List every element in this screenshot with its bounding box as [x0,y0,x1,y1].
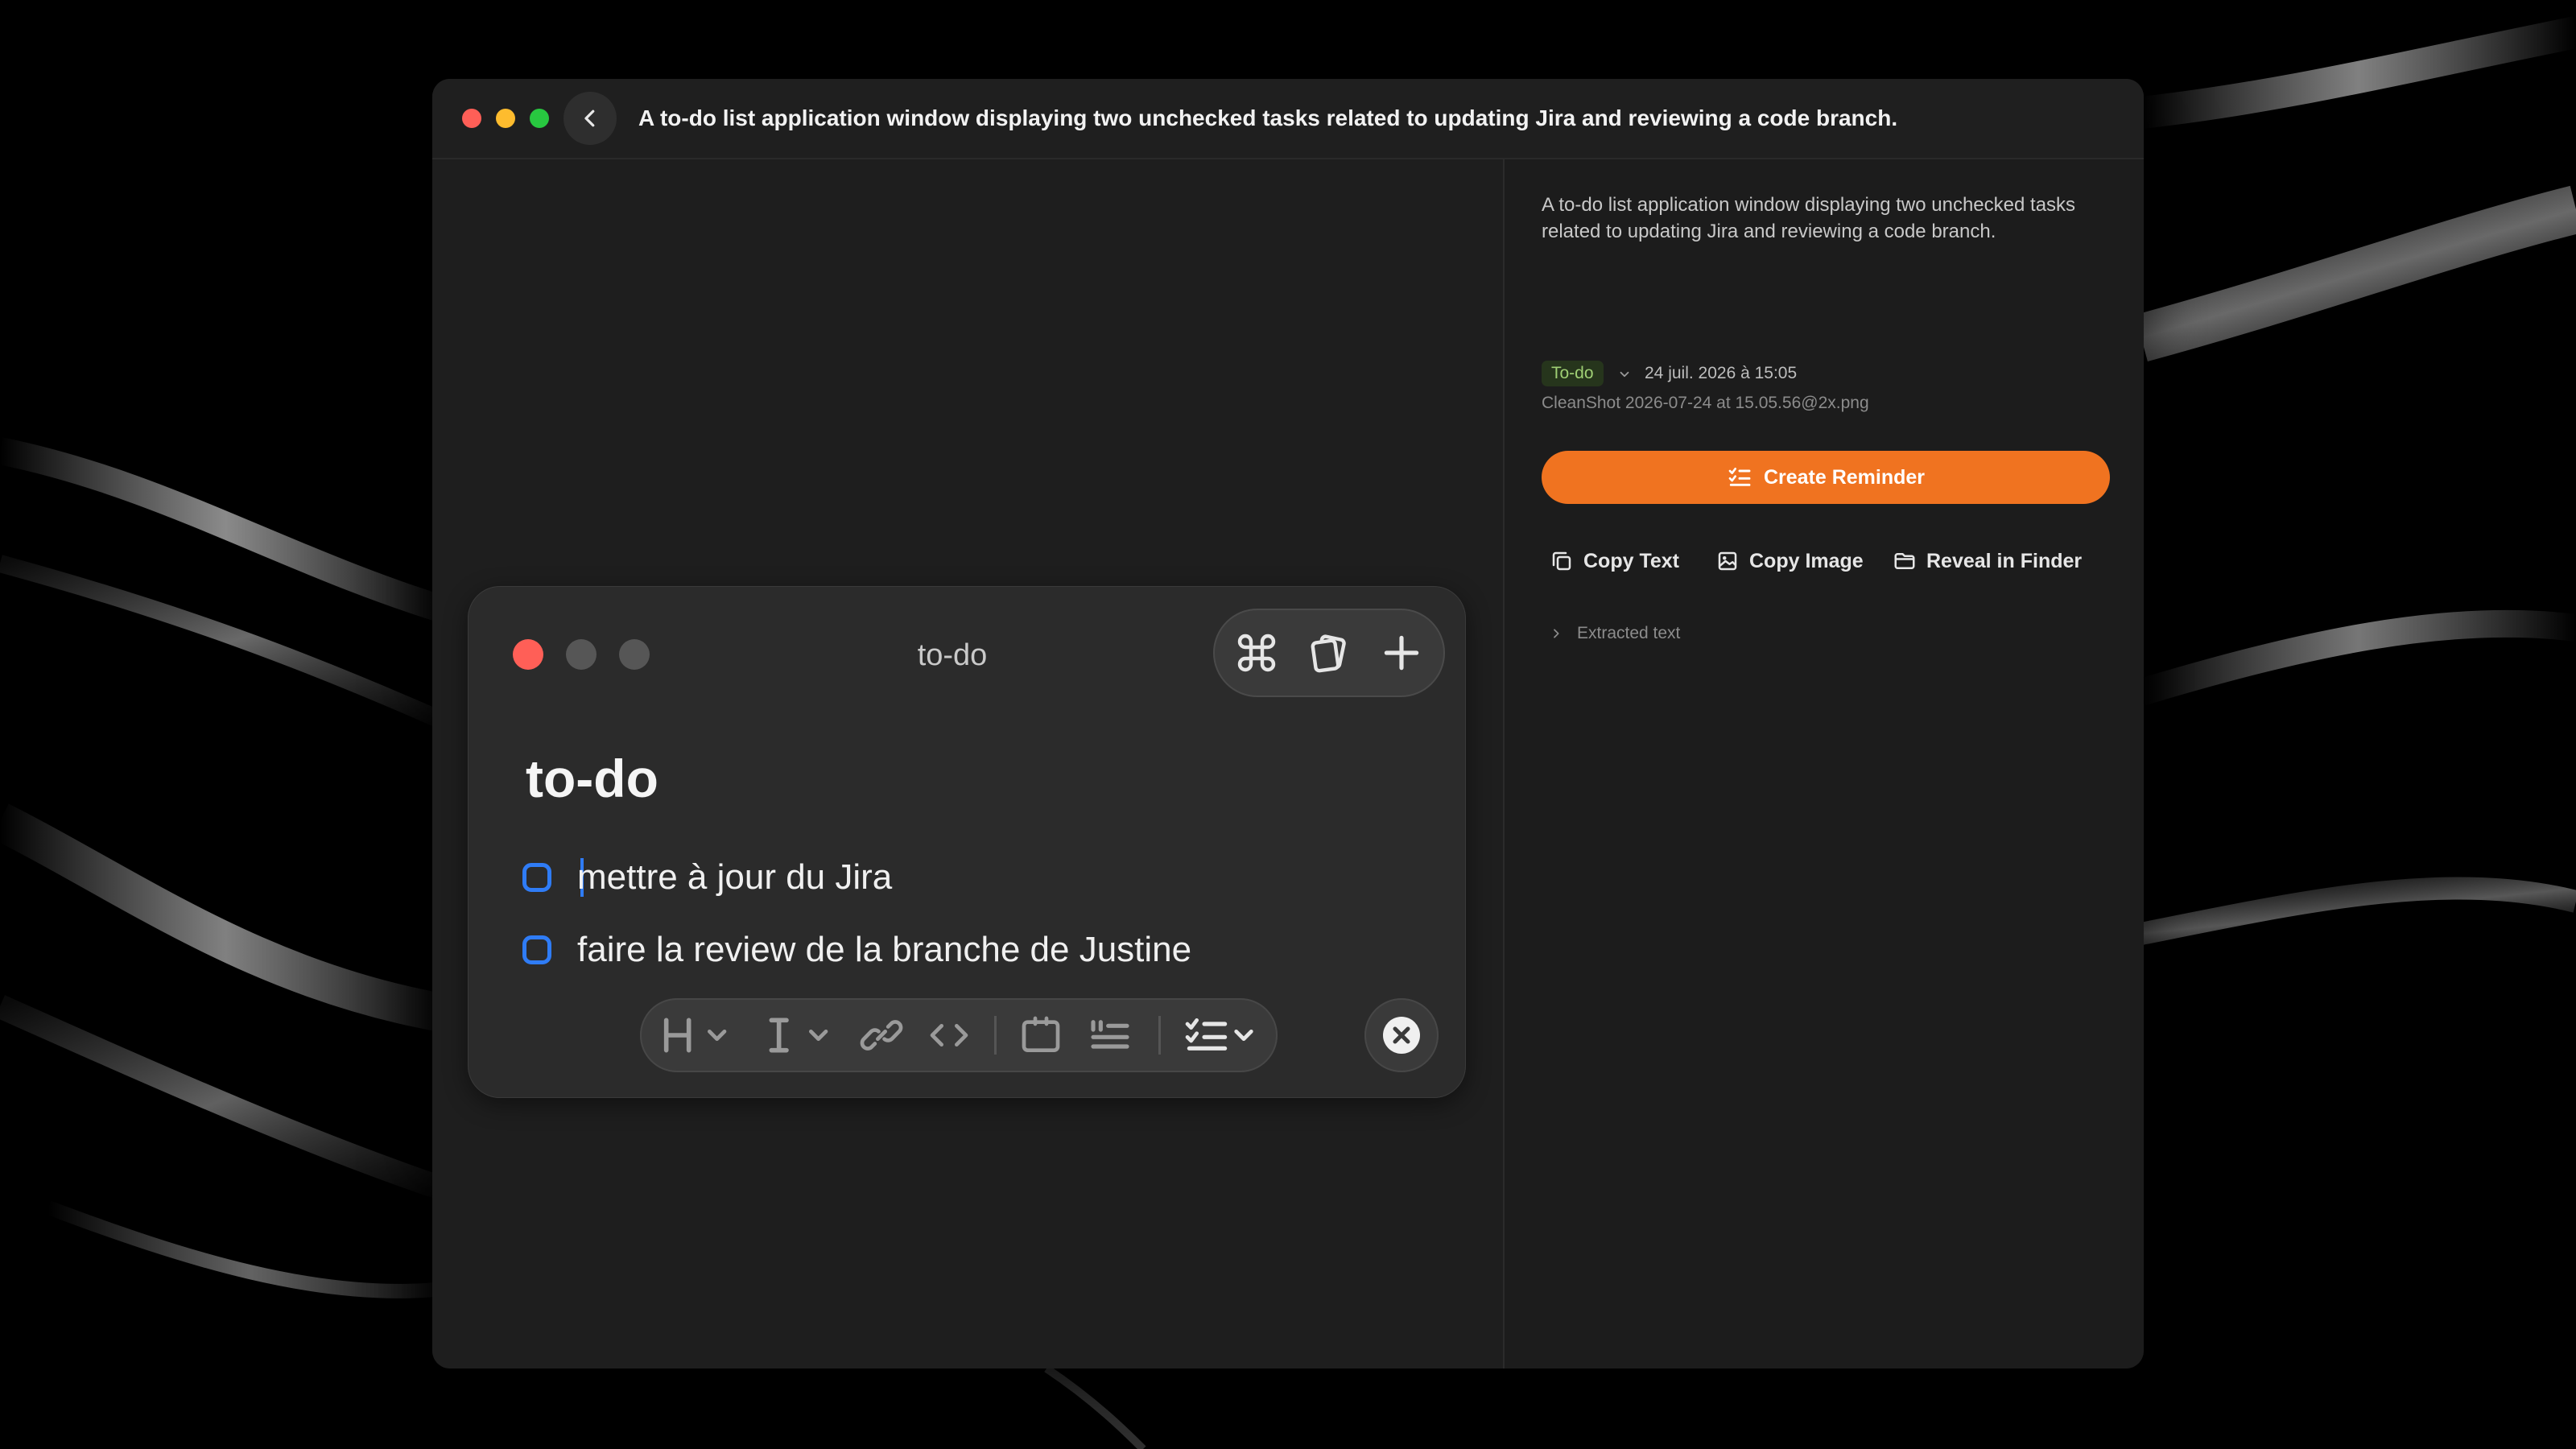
text-style-icon [769,1018,828,1053]
create-reminder-button[interactable]: Create Reminder [1542,451,2110,504]
extracted-text-disclosure[interactable]: Extracted text [1550,620,1680,647]
image-icon [1718,551,1737,571]
code-block-icon [1022,1016,1060,1052]
copy-text-label: Copy Text [1583,549,1679,572]
checklist-icon [1728,468,1751,486]
task-checkbox [522,863,551,892]
create-reminder-label: Create Reminder [1763,465,1926,489]
title-bar: A to-do list application window displayi… [432,79,2144,159]
app-window: A to-do list application window displayi… [432,79,2144,1368]
capture-date: 24 juil. 2026 à 15:05 [1645,364,1798,382]
todo-screenshot: to-do to-do mettre à jour du Jira faire … [468,586,1466,1098]
heading-icon [663,1018,727,1053]
code-icon [930,1024,968,1046]
details-sidebar: A to-do list application window displayi… [1505,159,2144,1368]
minimize-window-button[interactable] [496,109,515,128]
category-tag[interactable]: To-do [1542,361,1604,386]
copy-text-button[interactable]: Copy Text [1550,541,1679,581]
note-heading: to-do [526,749,658,808]
plus-icon [1384,635,1419,671]
link-icon [860,1020,903,1051]
task-checkbox [522,935,551,964]
task-text: mettre à jour du Jira [577,857,893,897]
note-close-dot [513,639,543,670]
copy-image-button[interactable]: Copy Image [1715,541,1864,581]
copy-image-label: Copy Image [1749,549,1864,572]
note-toolbar [1213,609,1445,697]
window-title: A to-do list application window displayi… [638,105,1898,130]
task-text: faire la review de la branche de Justine [577,930,1192,969]
extracted-text-label: Extracted text [1577,624,1681,642]
chevron-right-icon [1554,629,1559,638]
image-preview: to-do to-do mettre à jour du Jira faire … [432,159,1503,1368]
zoom-window-button[interactable] [530,109,549,128]
reveal-in-finder-label: Reveal in Finder [1926,549,2083,572]
cards-icon [1311,634,1346,673]
folder-icon [1894,553,1915,569]
reveal-in-finder-button[interactable]: Reveal in Finder [1893,541,2082,581]
close-circle-icon [1364,998,1439,1072]
chevron-left-icon [584,109,595,127]
checklist-icon [1185,1018,1253,1051]
toolbar-separator [994,1016,997,1055]
note-minimize-dot [566,639,597,670]
x-circle-icon [1383,1017,1420,1054]
image-description: A to-do list application window displayi… [1542,194,2076,242]
command-icon [1237,634,1276,672]
quote-icon [1091,1020,1129,1049]
format-toolbar [640,998,1278,1072]
note-zoom-dot [619,639,650,670]
close-window-button[interactable] [462,109,481,128]
toolbar-separator [1158,1016,1161,1055]
copy-icon [1552,551,1571,571]
chevron-down-icon[interactable] [1617,367,1632,382]
file-name: CleanShot 2026-07-24 at 15.05.56@2x.png [1542,394,1869,412]
note-window-title: to-do [917,638,988,672]
back-button[interactable] [564,92,617,145]
